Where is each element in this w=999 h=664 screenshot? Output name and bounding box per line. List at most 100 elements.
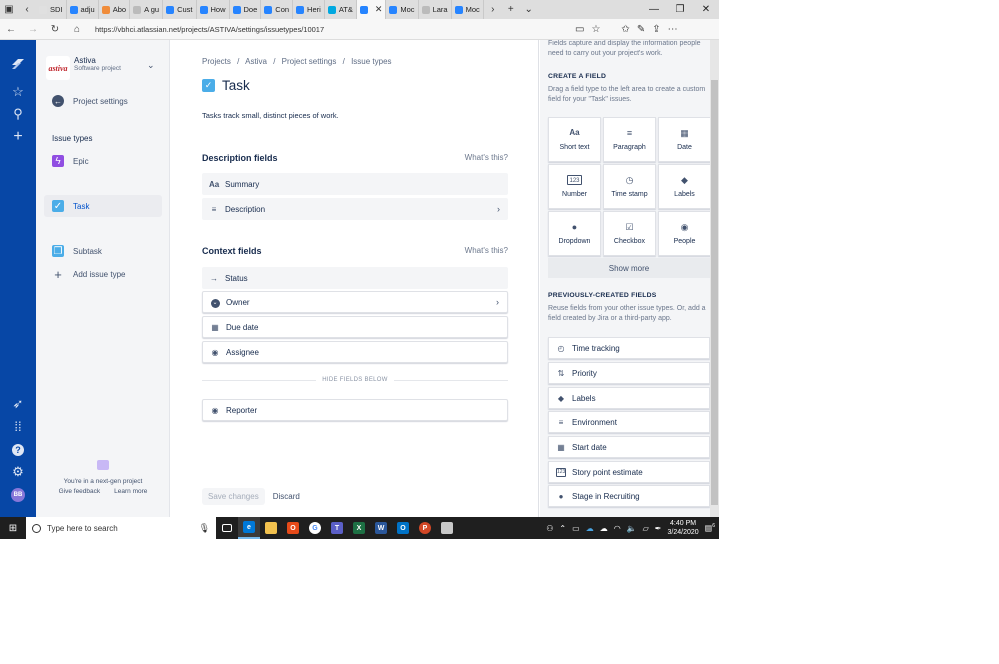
field-type-checkbox[interactable]: ☑ Checkbox [603, 211, 656, 256]
rocket-icon[interactable]: ➶ [10, 396, 26, 412]
notifications-icon[interactable]: ▤6 [705, 523, 715, 533]
browser-tab[interactable]: Heri [293, 0, 325, 19]
issue-type-description[interactable]: Tasks track small, distinct pieces of wo… [202, 111, 339, 120]
sidebar-item-epic[interactable]: ϟ Epic [44, 150, 162, 172]
field-reporter[interactable]: ◉ Reporter [202, 399, 508, 421]
show-more-button[interactable]: Show more [548, 258, 710, 278]
back-icon[interactable]: ← [0, 24, 22, 35]
browser-tab[interactable]: adju [67, 0, 99, 19]
close-tab-icon[interactable]: ✕ [375, 4, 383, 15]
field-assignee[interactable]: ◉ Assignee [202, 341, 508, 363]
starred-icon[interactable]: ☆ [10, 84, 26, 100]
favorites-bar-icon[interactable]: ✩ [621, 24, 629, 35]
breadcrumb-issue-types[interactable]: Issue types [351, 57, 391, 66]
chevron-right-icon[interactable]: › [497, 204, 500, 214]
browser-tab[interactable]: A gu [130, 0, 164, 19]
file-explorer-icon[interactable] [260, 517, 282, 539]
browser-tab[interactable]: Lara [419, 0, 452, 19]
whats-this-link[interactable]: What's this? [465, 246, 508, 256]
pen-icon[interactable]: ✎ [637, 24, 645, 35]
minimize-icon[interactable]: — [641, 4, 667, 15]
field-type-dropdown[interactable]: ● Dropdown [548, 211, 601, 256]
browser-tab[interactable]: Doe [230, 0, 262, 19]
field-type-people[interactable]: ◉ People [658, 211, 710, 256]
field-type-date[interactable]: ▦ Date [658, 117, 710, 162]
discard-button[interactable]: Discard [273, 492, 300, 501]
settings-gear-icon[interactable]: ⚙ [10, 464, 26, 480]
browser-tab[interactable]: How [197, 0, 230, 19]
chevron-right-icon[interactable]: › [496, 297, 499, 307]
sidebar-item-task[interactable]: ✓ Task [44, 195, 162, 217]
field-description[interactable]: ≡ Description › [202, 198, 508, 220]
refresh-icon[interactable]: ↻ [44, 24, 66, 35]
field-type-number[interactable]: 123 Number [548, 164, 601, 209]
field-type-paragraph[interactable]: ≡ Paragraph [603, 117, 656, 162]
field-type-short-text[interactable]: Aa Short text [548, 117, 601, 162]
new-tab-icon[interactable]: + [502, 4, 520, 15]
teams-icon[interactable]: T [326, 517, 348, 539]
outlook-icon[interactable]: O [392, 517, 414, 539]
field-summary[interactable]: Aa Summary [202, 173, 508, 195]
whats-this-link[interactable]: What's this? [465, 153, 508, 163]
home-icon[interactable]: ⌂ [66, 24, 88, 35]
tab-scroll-left-icon[interactable]: ‹ [18, 4, 36, 15]
field-type-labels[interactable]: ◆ Labels [658, 164, 710, 209]
user-avatar[interactable]: BB [11, 488, 25, 502]
browser-tab[interactable]: Abo [99, 0, 131, 19]
learn-more-link[interactable]: Learn more [114, 488, 147, 495]
search-icon[interactable]: ⚲ [10, 106, 26, 122]
prev-field-story-point-estimate[interactable]: 123 Story point estimate [548, 461, 710, 483]
project-header[interactable]: astiva Astiva Software project [46, 56, 121, 80]
microphone-icon[interactable]: 🎙 [199, 523, 210, 534]
reading-view-icon[interactable]: ▭ [575, 24, 584, 35]
prev-field-time-tracking[interactable]: ◴ Time tracking [548, 337, 710, 359]
taskbar-search[interactable]: Type here to search 🎙 [26, 517, 216, 539]
share-icon[interactable]: ⇪ [652, 24, 660, 35]
onedrive-icon[interactable]: ☁ [586, 524, 594, 533]
create-plus-icon[interactable]: + [10, 129, 26, 145]
field-due-date[interactable]: ▦ Due date [202, 316, 508, 338]
url-field[interactable]: https://vbhci.atlassian.net/projects/AST… [92, 22, 567, 37]
show-hidden-icons-icon[interactable]: ⌃ [559, 524, 566, 533]
field-status[interactable]: → Status [202, 267, 508, 289]
browser-tab[interactable]: Moc [452, 0, 484, 19]
browser-tab[interactable]: Con [261, 0, 294, 19]
jira-logo-icon[interactable] [10, 56, 26, 72]
tab-actions-icon[interactable]: ▣ [0, 4, 18, 15]
field-owner[interactable]: ⌄ Owner › [202, 291, 508, 313]
browser-tab[interactable]: Cust [163, 0, 197, 19]
save-changes-button[interactable]: Save changes [202, 488, 265, 505]
prev-field-priority[interactable]: ⇅ Priority [548, 362, 710, 384]
page-title-text[interactable]: Task [222, 78, 250, 93]
powerpoint-icon[interactable]: P [414, 517, 436, 539]
wifi-icon[interactable]: ◠ [614, 524, 621, 533]
give-feedback-link[interactable]: Give feedback [59, 488, 101, 495]
excel-icon[interactable]: X [348, 517, 370, 539]
edge-browser-icon[interactable]: e [238, 517, 260, 539]
prev-field-environment[interactable]: ≡ Environment [548, 411, 710, 433]
tab-list-chevron-icon[interactable]: ⌄ [520, 4, 538, 15]
chrome-icon[interactable]: G [304, 517, 326, 539]
volume-icon[interactable]: 🔈 [627, 524, 637, 533]
word-icon[interactable]: W [370, 517, 392, 539]
windows-start-icon[interactable]: ⊞ [0, 523, 26, 534]
help-icon[interactable]: ? [10, 441, 26, 457]
breadcrumb-project-settings[interactable]: Project settings [282, 57, 337, 66]
people-icon[interactable]: ⚇ [546, 524, 553, 533]
back-to-project-settings[interactable]: ← Project settings [44, 90, 162, 112]
add-issue-type-button[interactable]: + Add issue type [44, 263, 162, 285]
breadcrumb-astiva[interactable]: Astiva [245, 57, 267, 66]
scrollbar-thumb[interactable] [711, 80, 718, 505]
prev-field-stage-in-recruiting[interactable]: ● Stage in Recruiting [548, 485, 710, 507]
pen-workspace-icon[interactable]: ✒ [655, 524, 662, 533]
panel-scrollbar[interactable] [710, 40, 719, 517]
favorite-star-icon[interactable]: ☆ [591, 24, 600, 35]
browser-tab[interactable]: SDI [36, 0, 67, 19]
browser-tab-active[interactable]: ✕ [356, 0, 387, 19]
prev-field-labels[interactable]: ◆ Labels [548, 387, 710, 409]
prev-field-start-date[interactable]: ▦ Start date [548, 436, 710, 458]
sidebar-item-subtask[interactable]: ❐ Subtask [44, 240, 162, 262]
keyboard-icon[interactable]: ▭ [572, 524, 580, 533]
office-icon[interactable]: O [282, 517, 304, 539]
browser-tab[interactable]: Moc [386, 0, 419, 19]
